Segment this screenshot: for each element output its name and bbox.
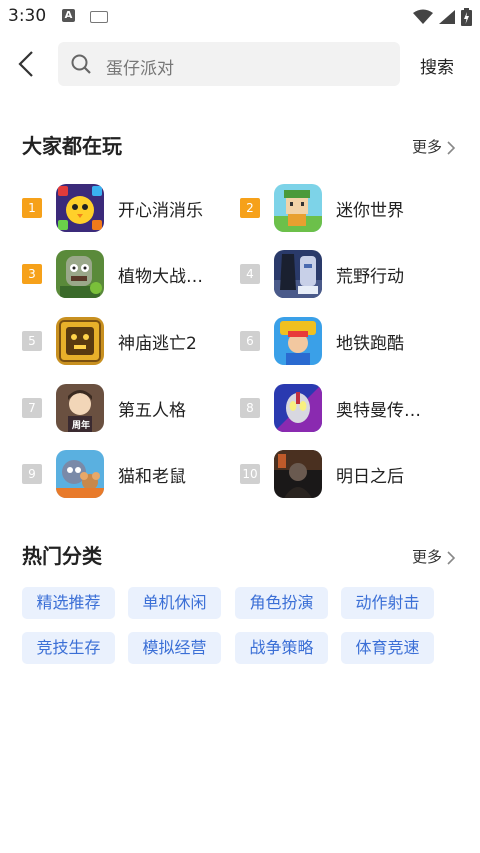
more-label: 更多 xyxy=(412,548,443,566)
game-item-8[interactable]: 8 奥特曼传… xyxy=(240,382,460,438)
rank-badge: 2 xyxy=(240,198,260,218)
game-name: 荒野行动 xyxy=(336,267,404,287)
wifi-icon xyxy=(412,9,433,24)
game-icon-knives-out xyxy=(274,250,322,298)
game-name: 开心消消乐 xyxy=(118,201,203,221)
game-icon-mini-world xyxy=(274,184,322,232)
game-name: 迷你世界 xyxy=(336,201,404,221)
game-item-4[interactable]: 4 荒野行动 xyxy=(240,248,460,304)
rank-badge: 1 xyxy=(22,198,42,218)
category-tag[interactable]: 体育竞速 xyxy=(341,632,434,664)
game-name: 奥特曼传… xyxy=(336,401,421,421)
category-tag[interactable]: 模拟经营 xyxy=(128,632,221,664)
game-icon-subway-surfers xyxy=(274,317,322,365)
popular-section-title: 大家都在玩 xyxy=(22,134,122,158)
game-name: 地铁跑酷 xyxy=(336,334,404,354)
signal-icon xyxy=(438,9,455,24)
game-item-9[interactable]: 9 猫和老鼠 xyxy=(22,448,242,504)
rank-badge: 6 xyxy=(240,331,260,351)
rank-badge: 5 xyxy=(22,331,42,351)
game-icon-identity-v: 周年 xyxy=(56,384,104,432)
game-item-3[interactable]: 3 植物大战… xyxy=(22,248,242,304)
game-name: 明日之后 xyxy=(336,467,404,487)
rank-badge: 4 xyxy=(240,264,260,284)
status-indicators xyxy=(412,6,472,26)
game-name: 植物大战… xyxy=(118,267,203,287)
chevron-left-icon xyxy=(18,51,33,77)
chevron-right-icon xyxy=(447,140,456,155)
game-item-1[interactable]: 1 开心消消乐 xyxy=(22,182,242,238)
back-button[interactable] xyxy=(14,48,42,80)
category-tag[interactable]: 动作射击 xyxy=(341,587,434,619)
status-time: 3:30 xyxy=(8,6,47,26)
game-item-2[interactable]: 2 迷你世界 xyxy=(240,182,460,238)
keyboard-icon xyxy=(90,11,108,23)
game-name: 神庙逃亡2 xyxy=(118,334,197,354)
game-name: 猫和老鼠 xyxy=(118,467,186,487)
search-button[interactable]: 搜索 xyxy=(420,53,454,78)
rank-badge: 9 xyxy=(22,464,42,484)
rank-badge: 3 xyxy=(22,264,42,284)
battery-icon xyxy=(461,7,472,26)
game-item-6[interactable]: 6 地铁跑酷 xyxy=(240,315,460,371)
game-icon-happy-elimination xyxy=(56,184,104,232)
more-label: 更多 xyxy=(412,138,443,156)
popular-more-button[interactable]: 更多 xyxy=(412,136,456,157)
game-item-5[interactable]: 5 神庙逃亡2 xyxy=(22,315,242,371)
status-bar: 3:30 A xyxy=(0,0,480,32)
search-header: 蛋仔派对 搜索 xyxy=(0,40,480,88)
game-item-7[interactable]: 7 周年 第五人格 xyxy=(22,382,242,438)
game-icon-badge: 周年 xyxy=(72,421,91,431)
game-icon-lifeafter xyxy=(274,450,322,498)
category-tag[interactable]: 角色扮演 xyxy=(235,587,328,619)
categories-more-button[interactable]: 更多 xyxy=(412,546,456,567)
search-input[interactable]: 蛋仔派对 xyxy=(58,42,400,86)
rank-badge: 8 xyxy=(240,398,260,418)
rank-badge: 10 xyxy=(240,464,260,484)
notification-a-icon: A xyxy=(62,9,75,22)
game-icon-temple-run-2 xyxy=(56,317,104,365)
search-icon xyxy=(71,54,91,74)
game-name: 第五人格 xyxy=(118,401,186,421)
game-icon-plants-vs-zombies xyxy=(56,250,104,298)
category-tag[interactable]: 战争策略 xyxy=(235,632,328,664)
categories-section-title: 热门分类 xyxy=(22,544,102,568)
category-tag[interactable]: 竞技生存 xyxy=(22,632,115,664)
search-input-value: 蛋仔派对 xyxy=(106,59,174,79)
game-icon-ultraman xyxy=(274,384,322,432)
category-tag[interactable]: 精选推荐 xyxy=(22,587,115,619)
rank-badge: 7 xyxy=(22,398,42,418)
game-item-10[interactable]: 10 明日之后 xyxy=(240,448,460,504)
game-icon-tom-and-jerry xyxy=(56,450,104,498)
chevron-right-icon xyxy=(447,550,456,565)
category-tag[interactable]: 单机休闲 xyxy=(128,587,221,619)
